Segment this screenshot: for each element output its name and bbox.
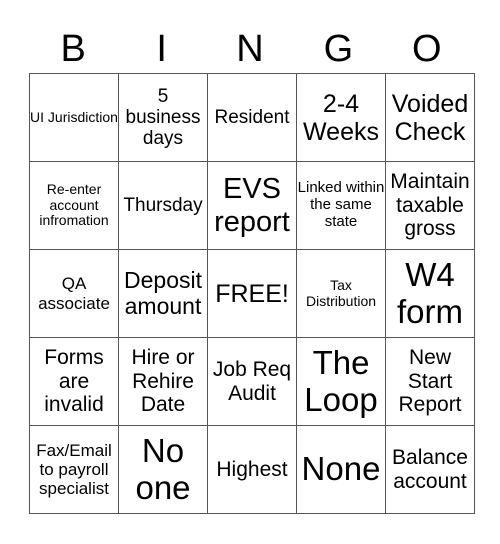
bingo-row: Forms are invalid Hire or Rehire Date Jo… (29, 337, 475, 426)
bingo-cell[interactable]: EVS report (207, 161, 297, 250)
bingo-cell[interactable]: W4 form (385, 249, 475, 338)
header-letter-g: G (323, 28, 354, 70)
bingo-cell[interactable]: 2-4 Weeks (296, 73, 386, 162)
bingo-card: UI Jurisdiction 5 business days Resident… (29, 73, 475, 514)
bingo-cell[interactable]: Fax/Email to payroll specialist (29, 425, 119, 514)
header-letter-o: O (412, 28, 442, 70)
bingo-cell[interactable]: New Start Report (385, 337, 475, 426)
bingo-cell[interactable]: Forms are invalid (29, 337, 119, 426)
bingo-cell[interactable]: Hire or Rehire Date (118, 337, 208, 426)
bingo-cell[interactable]: Tax Distribution (296, 249, 386, 338)
bingo-header: B I N G O (29, 26, 471, 72)
header-letter-b: B (60, 28, 86, 70)
bingo-cell[interactable]: Deposit amount (118, 249, 208, 338)
header-letter-n: N (236, 28, 264, 70)
bingo-cell[interactable]: QA associate (29, 249, 119, 338)
bingo-cell[interactable]: Balance account (385, 425, 475, 514)
bingo-cell[interactable]: No one (118, 425, 208, 514)
bingo-cell[interactable]: Highest (207, 425, 297, 514)
bingo-row: Re-enter account infromation Thursday EV… (29, 161, 475, 250)
bingo-cell[interactable]: 5 business days (118, 73, 208, 162)
bingo-row: QA associate Deposit amount FREE! Tax Di… (29, 249, 475, 338)
header-letter-i: I (156, 28, 167, 70)
bingo-cell[interactable]: The Loop (296, 337, 386, 426)
bingo-cell[interactable]: Linked within the same state (296, 161, 386, 250)
bingo-cell[interactable]: Voided Check (385, 73, 475, 162)
bingo-cell[interactable]: Resident (207, 73, 297, 162)
bingo-cell[interactable]: Thursday (118, 161, 208, 250)
bingo-row: UI Jurisdiction 5 business days Resident… (29, 73, 475, 162)
bingo-row: Fax/Email to payroll specialist No one H… (29, 425, 475, 514)
bingo-cell[interactable]: None (296, 425, 386, 514)
bingo-cell[interactable]: UI Jurisdiction (29, 73, 119, 162)
bingo-cell[interactable]: Maintain taxable gross (385, 161, 475, 250)
bingo-cell[interactable]: Job Req Audit (207, 337, 297, 426)
bingo-cell[interactable]: Re-enter account infromation (29, 161, 119, 250)
bingo-cell free-space[interactable]: FREE! (207, 249, 297, 338)
